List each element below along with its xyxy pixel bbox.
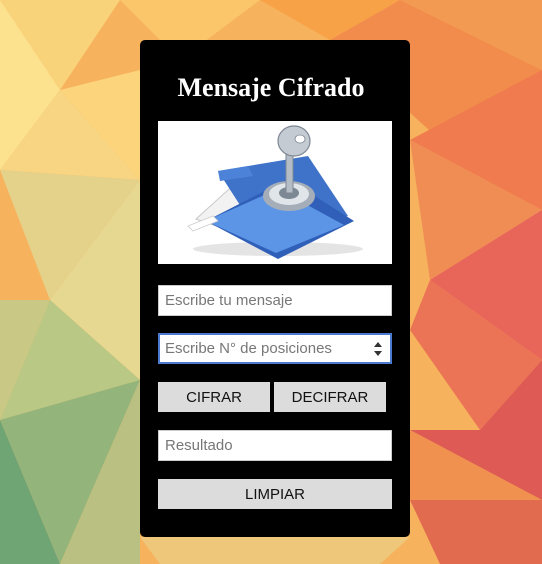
encrypt-button[interactable]: CIFRAR: [158, 382, 270, 412]
result-field[interactable]: [158, 430, 392, 461]
decrypt-button[interactable]: DECIFRAR: [274, 382, 386, 412]
clear-button[interactable]: LIMPIAR: [158, 479, 392, 509]
page-title: Mensaje Cifrado: [177, 73, 365, 102]
positions-input[interactable]: [158, 333, 392, 364]
folder-key-image: [158, 121, 392, 264]
message-input[interactable]: [158, 285, 392, 316]
number-spinner-icon[interactable]: [372, 340, 384, 358]
